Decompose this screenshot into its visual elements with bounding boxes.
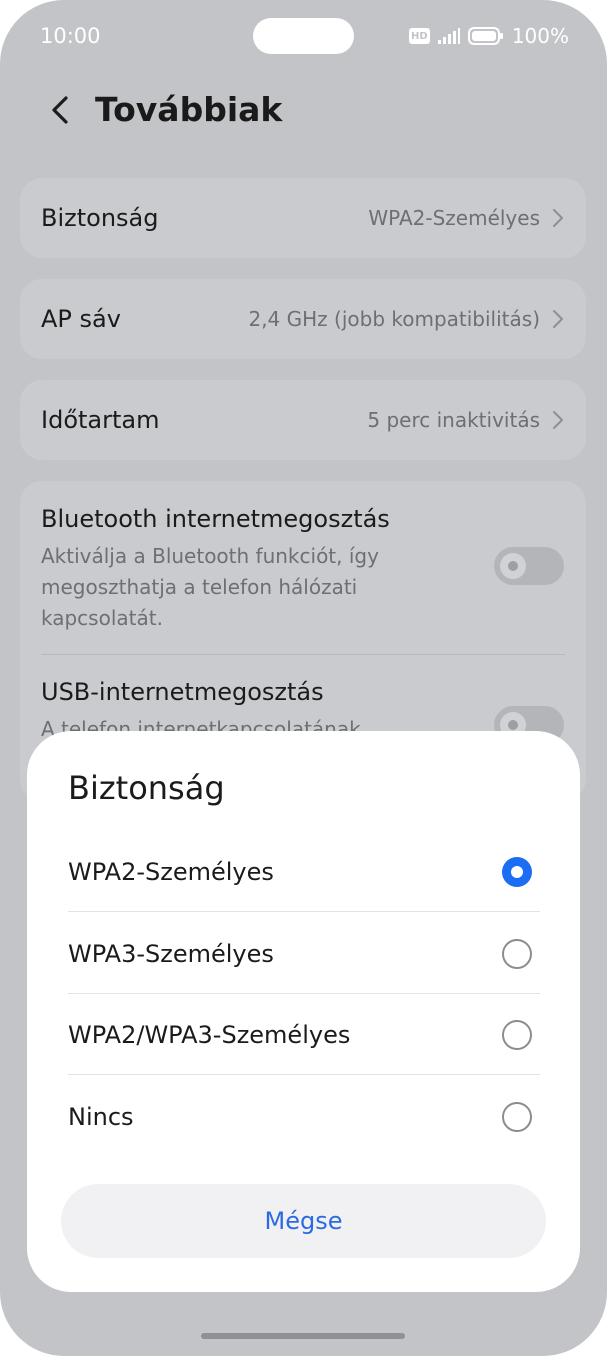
security-dialog: Biztonság WPA2-Személyes WPA3-Személyes … xyxy=(27,731,580,1292)
usb-tethering-title: USB-internetmegosztás xyxy=(41,678,324,706)
page-title: Továbbiak xyxy=(95,90,283,129)
battery-icon xyxy=(467,27,503,45)
back-arrow-icon[interactable] xyxy=(48,94,72,126)
hd-icon: HD xyxy=(408,28,430,44)
option-label: Nincs xyxy=(68,1102,134,1131)
option-label: WPA3-Személyes xyxy=(68,939,274,968)
option-wpa2-personal[interactable]: WPA2-Személyes xyxy=(68,831,540,912)
timeout-label: Időtartam xyxy=(41,406,160,434)
page-header: Továbbiak xyxy=(0,80,607,140)
ap-band-row[interactable]: AP sáv 2,4 GHz (jobb kompatibilitás) xyxy=(20,279,586,359)
phone-screen: 10:00 HD 100% Továbbiak Biztonság WPA2-S… xyxy=(0,0,607,1356)
signal-icon xyxy=(437,28,460,44)
ap-band-label: AP sáv xyxy=(41,305,121,333)
home-indicator[interactable] xyxy=(201,1333,405,1339)
chevron-right-icon xyxy=(553,310,563,328)
timeout-row[interactable]: Időtartam 5 perc inaktivitás xyxy=(20,380,586,460)
option-label: WPA2/WPA3-Személyes xyxy=(68,1020,351,1049)
radio-button[interactable] xyxy=(502,856,532,887)
status-bar: 10:00 HD 100% xyxy=(0,0,607,72)
bluetooth-tethering-title: Bluetooth internetmegosztás xyxy=(41,505,390,533)
camera-island xyxy=(253,18,354,54)
security-row[interactable]: Biztonság WPA2-Személyes xyxy=(20,178,586,258)
security-value: WPA2-Személyes xyxy=(368,206,540,230)
security-label: Biztonság xyxy=(41,204,159,232)
divider xyxy=(41,654,565,655)
status-icons: HD 100% xyxy=(408,24,569,48)
divider xyxy=(68,911,540,912)
timeout-value: 5 perc inaktivitás xyxy=(367,408,540,432)
radio-button[interactable] xyxy=(502,938,532,969)
bluetooth-tethering-description: Aktiválja a Bluetooth funkciót, így mego… xyxy=(41,544,379,630)
chevron-right-icon xyxy=(553,209,563,227)
radio-button[interactable] xyxy=(502,1101,532,1132)
dialog-title: Biztonság xyxy=(68,769,225,807)
option-wpa3-personal[interactable]: WPA3-Személyes xyxy=(68,913,540,994)
battery-percent: 100% xyxy=(511,24,569,48)
ap-band-value: 2,4 GHz (jobb kompatibilitás) xyxy=(248,307,540,331)
switch-knob xyxy=(500,553,526,579)
chevron-right-icon xyxy=(553,411,563,429)
option-none[interactable]: Nincs xyxy=(68,1076,540,1157)
radio-button[interactable] xyxy=(502,1019,532,1050)
bluetooth-tethering-switch[interactable] xyxy=(494,547,564,585)
option-label: WPA2-Személyes xyxy=(68,857,274,886)
option-wpa2-wpa3-personal[interactable]: WPA2/WPA3-Személyes xyxy=(68,994,540,1075)
status-time: 10:00 xyxy=(40,24,101,48)
cancel-button[interactable]: Mégse xyxy=(61,1184,546,1258)
divider xyxy=(68,1074,540,1075)
